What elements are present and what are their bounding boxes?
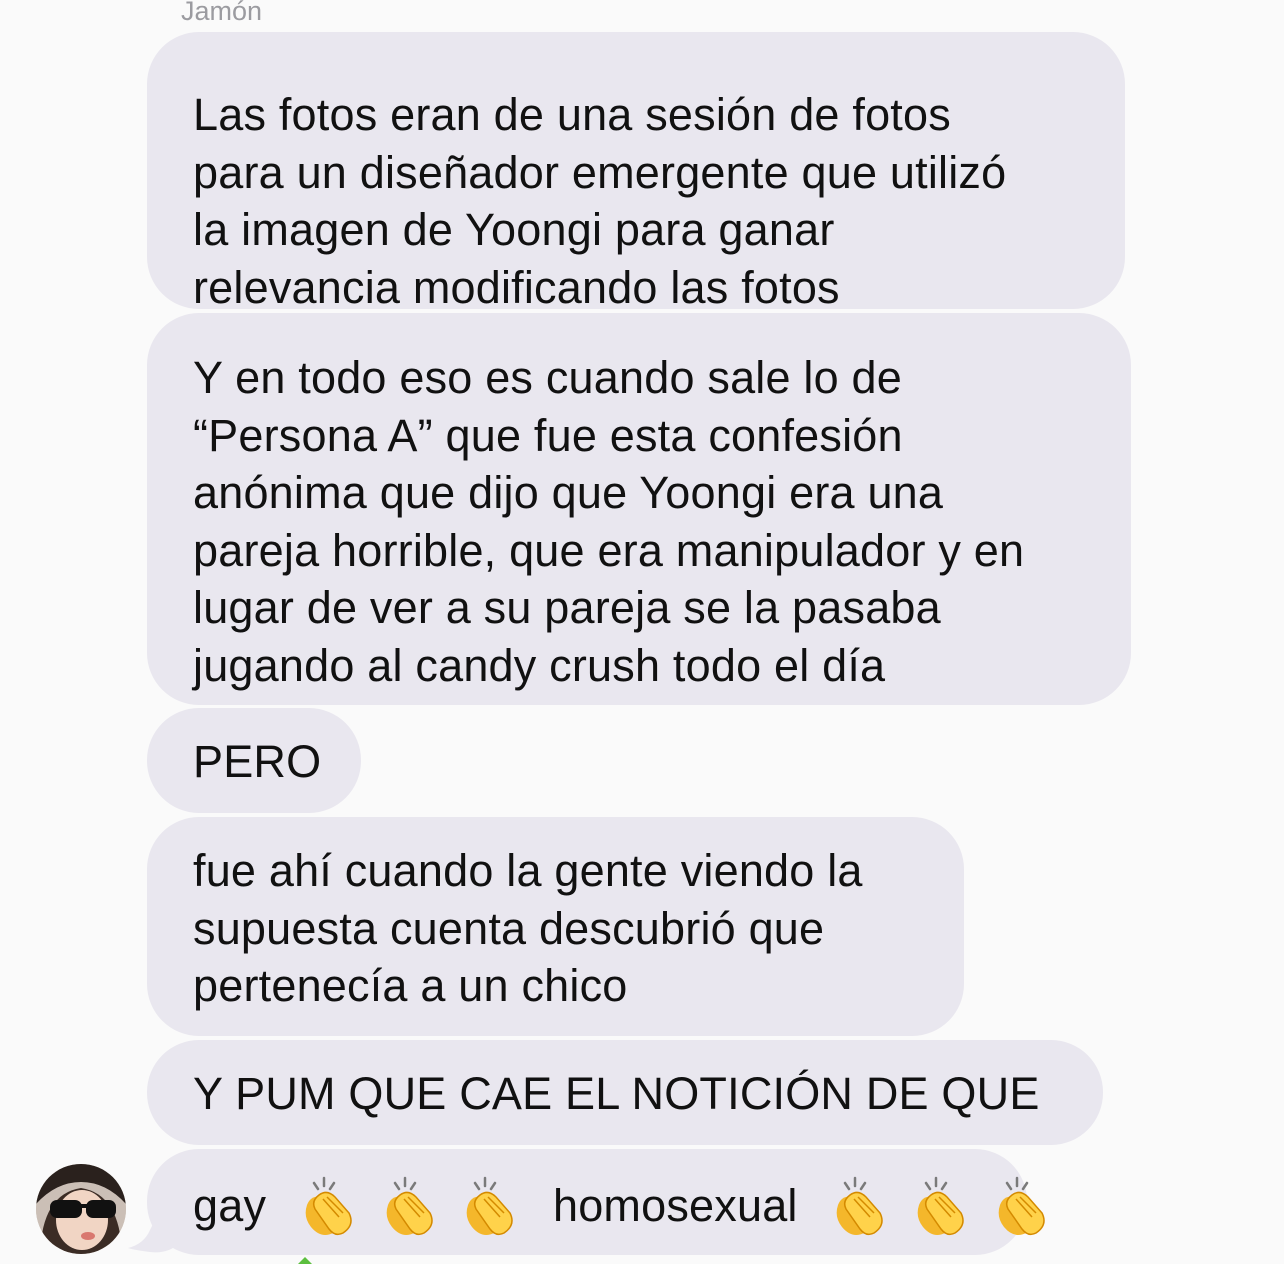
message-bubble[interactable]: Y en todo eso es cuando sale lo de “Pers…	[147, 313, 1131, 705]
message-line: lugar de ver a su pareja se la pasaba	[193, 582, 941, 633]
message-line: relevancia modificando las fotos	[193, 261, 840, 313]
message-line: Las fotos eran de una sesión de fotos	[193, 89, 951, 140]
message-line: Y PUM QUE CAE EL NOTICIÓN DE QUE	[193, 1068, 1040, 1119]
message-bubble[interactable]: PERO	[147, 708, 361, 813]
message-line: pareja horrible, que era manipulador y e…	[193, 524, 1025, 576]
clapping-hands-icon	[836, 1176, 884, 1236]
message-word: homosexual	[552, 1180, 798, 1232]
message-line: la imagen de Yoongi para ganar	[193, 204, 835, 255]
avatar[interactable]	[36, 1164, 126, 1254]
clapping-hands-icon	[386, 1176, 433, 1236]
message-bubble[interactable]: Las fotos eran de una sesión de fotos pa…	[147, 32, 1125, 313]
clapping-hands-icon	[466, 1176, 513, 1236]
message-line: anónima que dijo que Yoongi era una	[193, 467, 944, 518]
message-line: pertenecía a un chico	[193, 960, 628, 1011]
message-bubble[interactable]: Y PUM QUE CAE EL NOTICIÓN DE QUE	[147, 1040, 1103, 1145]
clapping-hands-icon	[305, 1176, 352, 1236]
message-word: gay	[193, 1180, 267, 1232]
sender-name: Jamón	[181, 0, 263, 26]
message-line: PERO	[193, 736, 322, 787]
message-line: jugando al candy crush todo el día	[193, 639, 886, 691]
clapping-hands-icon	[917, 1176, 964, 1236]
message-line: supuesta cuenta descubrió que	[193, 902, 825, 954]
message-line: fue ahí cuando la gente viendo la	[193, 845, 863, 896]
avatar-photo	[36, 1164, 126, 1254]
message-line: para un diseñador emergente que utilizó	[193, 146, 1007, 198]
partial-emoji-icon	[298, 1257, 312, 1264]
message-line: Y en todo eso es cuando sale lo de	[193, 352, 903, 403]
message-bubble[interactable]: fue ahí cuando la gente viendo la supues…	[147, 817, 964, 1036]
clapping-hands-icon	[998, 1176, 1045, 1236]
message-line: “Persona A” que fue esta confesión	[193, 409, 903, 461]
message-bubble[interactable]: gay homosexual	[147, 1149, 1045, 1255]
